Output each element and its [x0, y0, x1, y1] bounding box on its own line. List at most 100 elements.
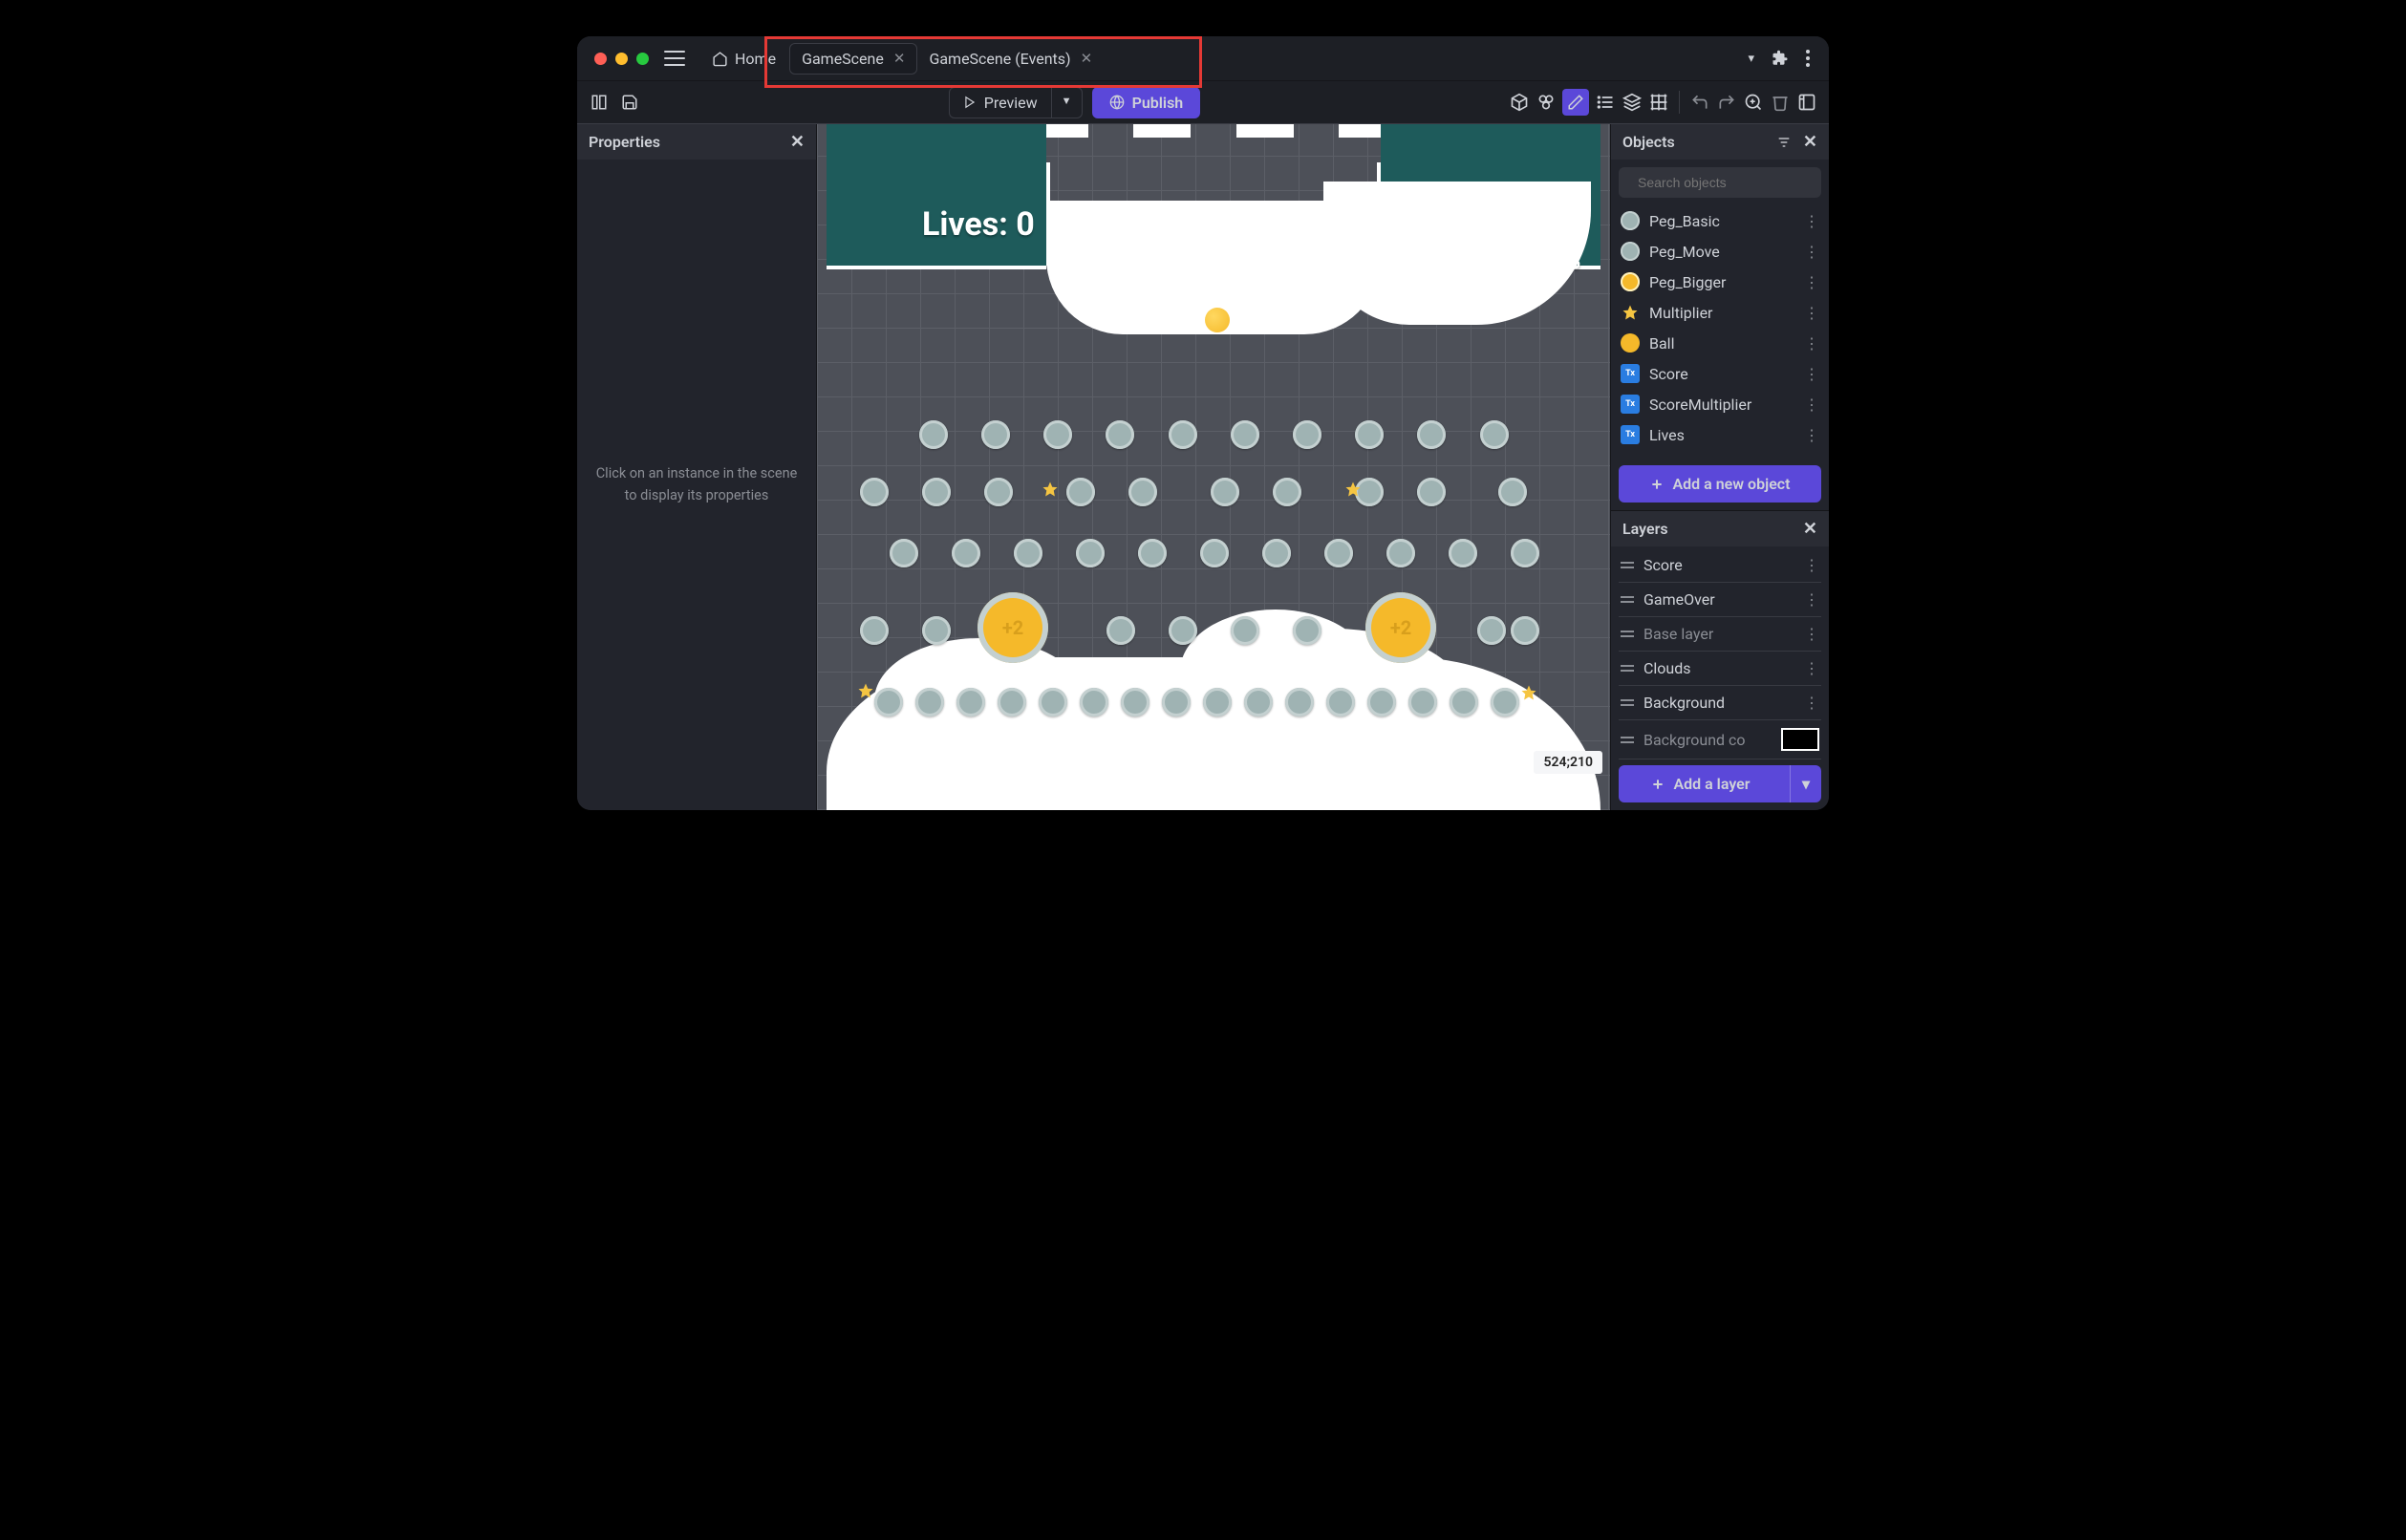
- close-icon[interactable]: ✕: [1803, 519, 1817, 539]
- layer-color-swatch[interactable]: [1781, 728, 1819, 751]
- layer-item[interactable]: Score⋮: [1619, 548, 1821, 583]
- peg-instance[interactable]: [956, 688, 985, 717]
- filter-icon[interactable]: [1776, 135, 1792, 150]
- drag-handle-icon[interactable]: [1621, 562, 1634, 568]
- peg-instance[interactable]: [1498, 478, 1527, 506]
- scene-viewport[interactable]: Lives: 0 Score: 0 ×25% +2 +2: [817, 124, 1610, 810]
- drag-handle-icon[interactable]: [1621, 699, 1634, 706]
- peg-instance[interactable]: [998, 688, 1026, 717]
- search-objects-field[interactable]: [1619, 167, 1821, 198]
- kebab-icon[interactable]: ⋮: [1804, 659, 1819, 677]
- peg-instance[interactable]: [1449, 539, 1477, 567]
- kebab-icon[interactable]: ⋮: [1804, 396, 1819, 414]
- peg-instance[interactable]: [1367, 688, 1396, 717]
- peg-instance[interactable]: [981, 420, 1010, 449]
- peg-instance[interactable]: [1043, 420, 1072, 449]
- panel-toggle-button[interactable]: [589, 92, 610, 113]
- layer-item[interactable]: Background co: [1619, 720, 1821, 759]
- peg-instance[interactable]: [1244, 688, 1273, 717]
- layer-item[interactable]: Base layer⋮: [1619, 617, 1821, 652]
- peg-instance[interactable]: [1080, 688, 1108, 717]
- tab-close-icon[interactable]: ✕: [893, 50, 906, 67]
- layer-item[interactable]: Background⋮: [1619, 686, 1821, 720]
- peg-instance[interactable]: [1417, 478, 1446, 506]
- peg-instance[interactable]: [874, 688, 903, 717]
- peg-instance[interactable]: [915, 688, 944, 717]
- peg-instance[interactable]: [1169, 420, 1197, 449]
- multiplier-instance[interactable]: [1042, 481, 1059, 498]
- tab-close-icon[interactable]: ✕: [1081, 50, 1093, 67]
- drag-handle-icon[interactable]: [1621, 737, 1634, 743]
- list-icon[interactable]: [1595, 92, 1616, 113]
- peg-instance[interactable]: [1039, 688, 1067, 717]
- object-item[interactable]: TxScoreMultiplier⋮: [1617, 389, 1823, 419]
- kebab-icon[interactable]: ⋮: [1804, 426, 1819, 444]
- peg-instance[interactable]: [1386, 539, 1415, 567]
- object-item[interactable]: Peg_Move⋮: [1617, 236, 1823, 267]
- peg-instance[interactable]: [860, 478, 889, 506]
- peg-instance[interactable]: [1231, 420, 1259, 449]
- object-item[interactable]: Peg_Bigger⋮: [1617, 267, 1823, 297]
- window-maximize-button[interactable]: [636, 53, 649, 65]
- peg-instance[interactable]: [1480, 420, 1509, 449]
- search-objects-input[interactable]: [1636, 174, 1813, 191]
- kebab-icon[interactable]: ⋮: [1804, 365, 1819, 383]
- peg-instance[interactable]: [860, 616, 889, 645]
- kebab-icon[interactable]: ⋮: [1804, 273, 1819, 291]
- peg-instance[interactable]: [1285, 688, 1314, 717]
- layers-icon[interactable]: [1622, 92, 1643, 113]
- cube-icon[interactable]: [1509, 92, 1530, 113]
- zoom-icon[interactable]: [1743, 92, 1764, 113]
- peg-instance[interactable]: [1169, 616, 1197, 645]
- peg-instance[interactable]: [1477, 616, 1506, 645]
- peg-instance[interactable]: [1076, 539, 1105, 567]
- window-minimize-button[interactable]: [615, 53, 628, 65]
- multiplier-instance[interactable]: [857, 682, 874, 699]
- peg-instance[interactable]: [1408, 688, 1437, 717]
- close-icon[interactable]: ✕: [1803, 132, 1817, 152]
- kebab-icon[interactable]: ⋮: [1804, 212, 1819, 230]
- peg-instance[interactable]: [1491, 688, 1519, 717]
- objects-group-icon[interactable]: [1536, 92, 1557, 113]
- kebab-icon[interactable]: ⋮: [1804, 304, 1819, 322]
- object-item[interactable]: Ball⋮: [1617, 328, 1823, 358]
- peg-instance[interactable]: [1293, 420, 1321, 449]
- peg-instance[interactable]: [1417, 420, 1446, 449]
- kebab-icon[interactable]: ⋮: [1804, 243, 1819, 261]
- peg-instance[interactable]: [919, 420, 948, 449]
- peg-instance[interactable]: [1326, 688, 1355, 717]
- close-icon[interactable]: ✕: [790, 132, 805, 152]
- ball-instance[interactable]: [1205, 308, 1230, 332]
- peg-instance[interactable]: [984, 478, 1013, 506]
- window-close-button[interactable]: [594, 53, 607, 65]
- peg-instance[interactable]: [1355, 420, 1384, 449]
- publish-button[interactable]: Publish: [1092, 87, 1201, 118]
- peg-instance[interactable]: [1231, 616, 1259, 645]
- peg-instance[interactable]: [1511, 616, 1539, 645]
- multiplier-instance[interactable]: [1344, 481, 1362, 498]
- kebab-icon[interactable]: ⋮: [1804, 694, 1819, 712]
- tab-home[interactable]: Home: [698, 44, 789, 74]
- save-button[interactable]: [619, 92, 640, 113]
- peg-instance[interactable]: [1273, 478, 1301, 506]
- peg-instance[interactable]: [1450, 688, 1478, 717]
- peg-instance[interactable]: [922, 478, 951, 506]
- multiplier-instance[interactable]: [1520, 684, 1537, 701]
- drag-handle-icon[interactable]: [1621, 596, 1634, 603]
- object-item[interactable]: Multiplier⋮: [1617, 297, 1823, 328]
- undo-icon[interactable]: [1689, 92, 1710, 113]
- kebab-icon[interactable]: ⋮: [1804, 625, 1819, 643]
- drag-handle-icon[interactable]: [1621, 631, 1634, 637]
- add-object-button[interactable]: Add a new object: [1619, 465, 1821, 503]
- chevron-down-icon[interactable]: ▾: [1748, 52, 1754, 66]
- peg-instance[interactable]: [1293, 616, 1321, 645]
- peg-instance[interactable]: [1211, 478, 1239, 506]
- peg-instance[interactable]: [1138, 539, 1167, 567]
- peg-instance[interactable]: [1066, 478, 1095, 506]
- peg-instance[interactable]: [1121, 688, 1149, 717]
- preview-button[interactable]: Preview: [949, 87, 1052, 118]
- add-layer-dropdown[interactable]: ▾: [1790, 765, 1821, 802]
- grid-icon[interactable]: [1648, 92, 1669, 113]
- peg-instance[interactable]: [1128, 478, 1157, 506]
- peg-instance[interactable]: [1262, 539, 1291, 567]
